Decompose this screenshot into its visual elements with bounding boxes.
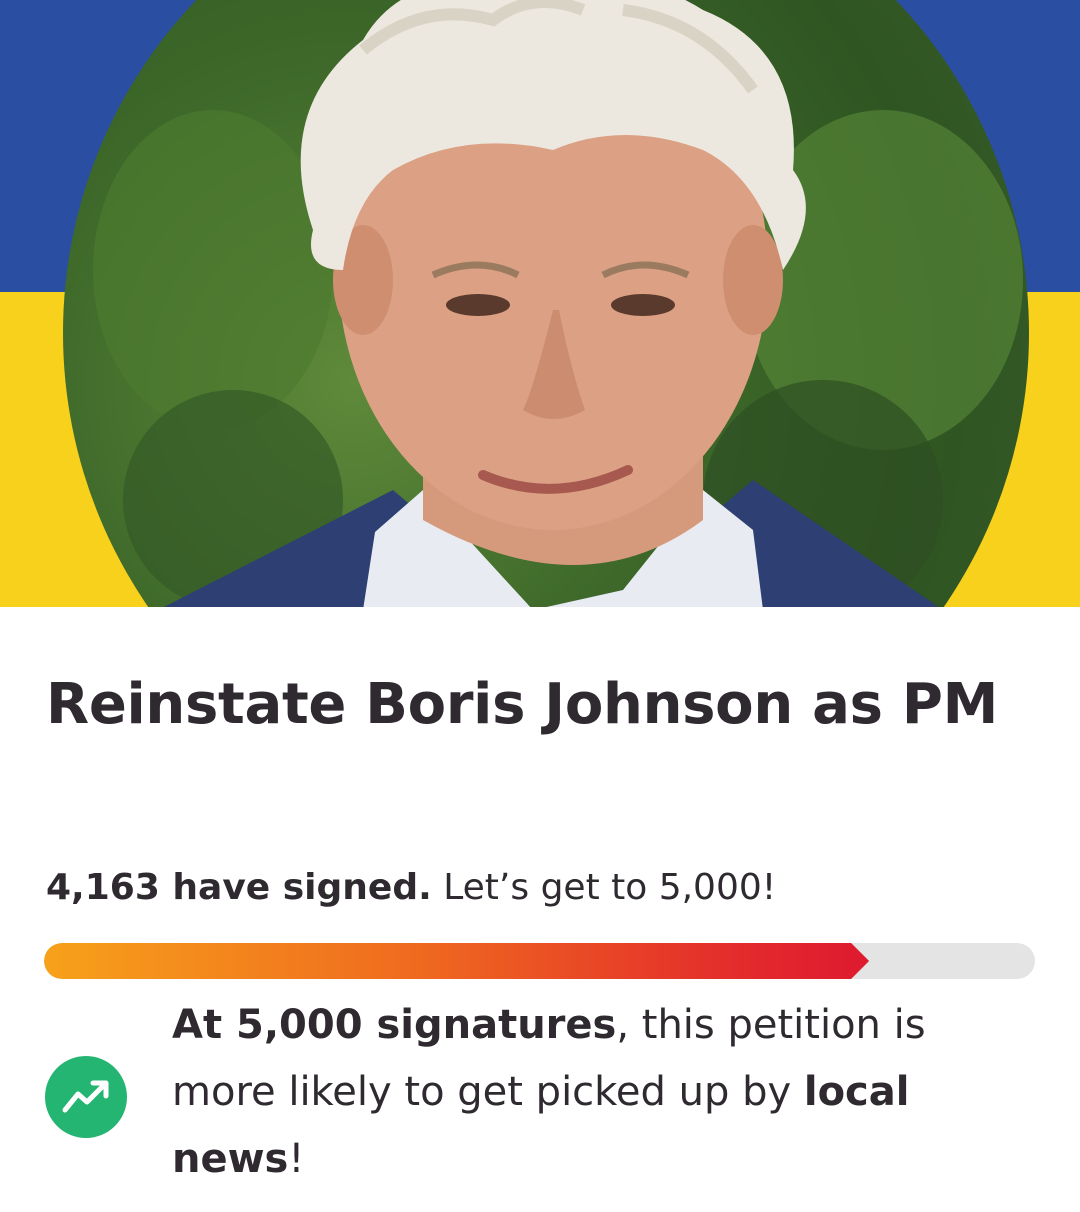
portrait-illustration (93, 0, 1023, 607)
signature-progress-bar (44, 943, 1035, 979)
petition-photo[interactable] (63, 0, 1029, 607)
milestone-threshold: At 5,000 signatures (172, 1002, 617, 1048)
milestone-end-punctuation: ! (288, 1136, 305, 1182)
trending-up-icon (45, 1056, 127, 1138)
signature-status: 4,163 have signed. Let’s get to 5,000! (46, 862, 776, 914)
hero-banner (0, 0, 1080, 607)
signature-progress-fill (44, 943, 869, 979)
signature-count: 4,163 have signed. (46, 867, 432, 908)
milestone-message: At 5,000 signatures, this petition is mo… (172, 992, 1032, 1193)
signature-goal-text: Let’s get to 5,000! (443, 867, 777, 908)
petition-title: Reinstate Boris Johnson as PM (46, 672, 998, 737)
